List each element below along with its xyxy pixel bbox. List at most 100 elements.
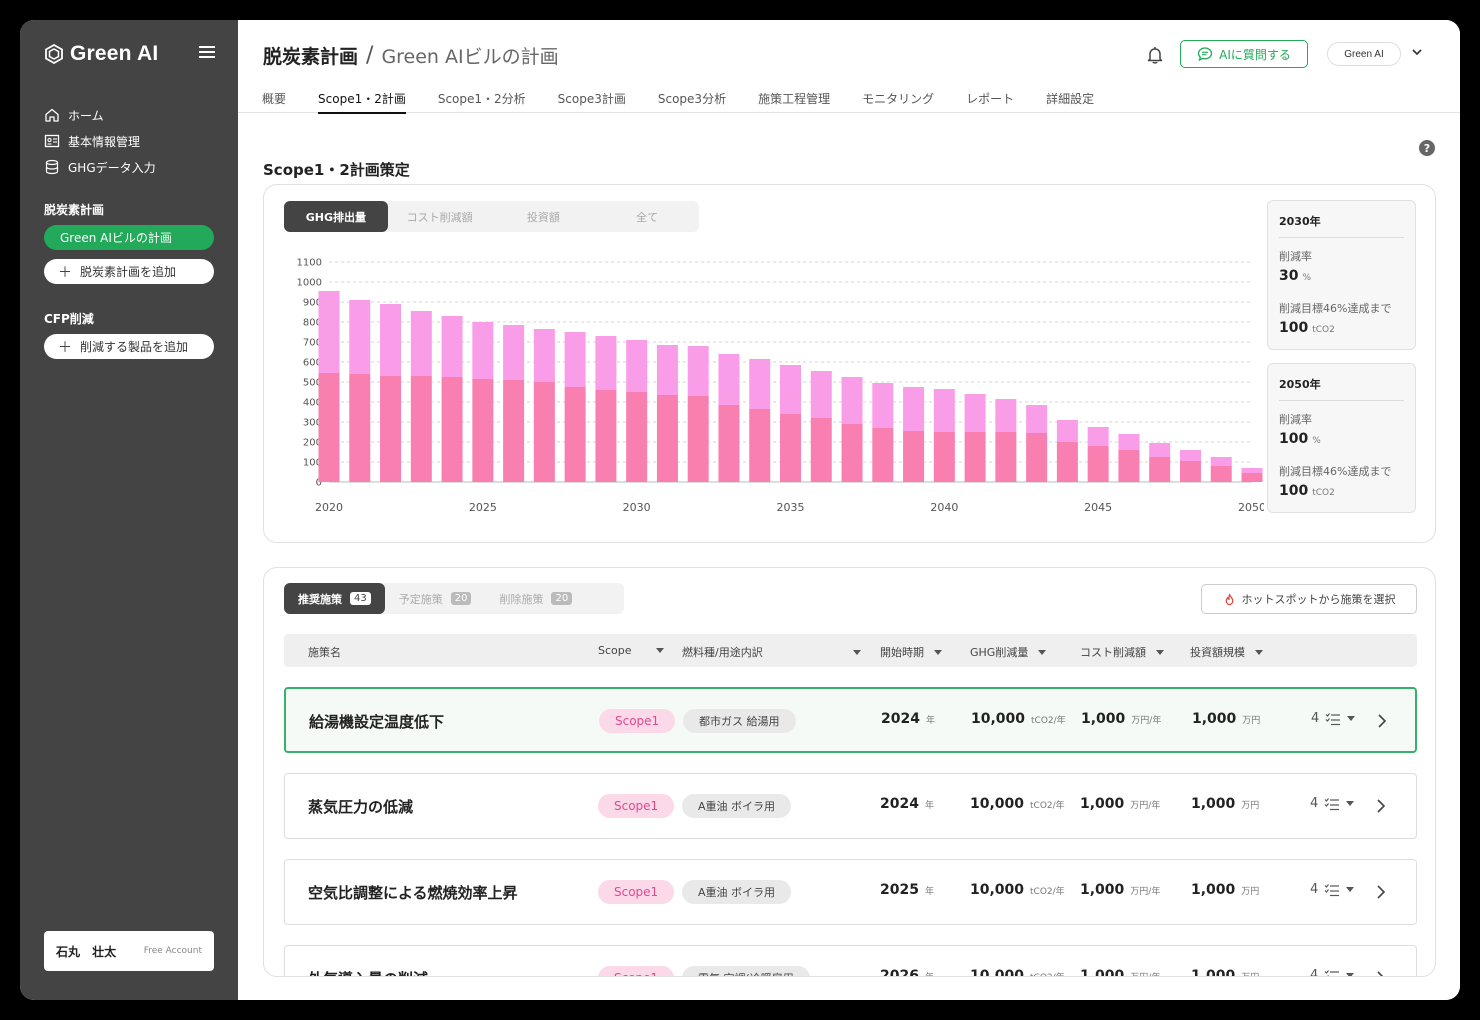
tab-investment[interactable]: 投資額 <box>492 201 596 232</box>
bar-upper-segment <box>964 394 986 432</box>
bar-lower-segment <box>595 390 617 482</box>
x-tick-label: 2040 <box>930 501 958 514</box>
column-header-start[interactable]: 開始時期 <box>880 644 942 660</box>
goal-unit: tCO2 <box>1312 325 1335 335</box>
tab-planned[interactable]: 予定施策 20 <box>385 583 486 614</box>
bar-lower-segment <box>903 431 925 482</box>
app-logo[interactable]: Green AI <box>44 42 158 66</box>
column-header-scope[interactable]: Scope <box>598 644 664 657</box>
tab-settings[interactable]: 詳細設定 <box>1046 90 1110 113</box>
sidebar-item-home[interactable]: ホーム <box>44 102 156 128</box>
fuel-badge: 都市ガス 給湯用 <box>683 709 796 733</box>
tab-monitoring[interactable]: モニタリング <box>862 90 950 113</box>
tab-scope12-plan[interactable]: Scope1・2計画 <box>318 90 422 114</box>
bar-upper-segment <box>810 371 832 418</box>
bar-upper-segment <box>1087 427 1109 446</box>
investment-scale: 1,000 万円 <box>1191 882 1259 898</box>
chevron-right-icon[interactable] <box>1375 884 1387 900</box>
goal-label: 削減目標46%達成まで <box>1279 302 1392 315</box>
investment-scale: 1,000 万円 <box>1191 796 1259 812</box>
x-tick-label: 2045 <box>1084 501 1112 514</box>
bell-icon[interactable] <box>1144 44 1166 66</box>
bar-lower-segment <box>656 395 678 482</box>
plan-section-title: 脱炭素計画 <box>44 203 105 217</box>
tab-schedule[interactable]: 施策工程管理 <box>758 90 846 113</box>
cost-value: 1,000 <box>1080 968 1125 977</box>
tab-overview[interactable]: 概要 <box>262 90 302 113</box>
cost-reduction: 1,000 万円/年 <box>1080 968 1160 977</box>
reduction-rate-unit: % <box>1312 436 1321 446</box>
investment-unit: 万円 <box>1241 973 1259 976</box>
help-icon[interactable]: ? <box>1419 140 1435 156</box>
goal-value: 100 tCO2 <box>1279 483 1404 499</box>
bar-upper-segment <box>595 336 617 390</box>
bar-upper-segment <box>903 387 925 431</box>
tab-scope3-plan[interactable]: Scope3計画 <box>558 90 642 113</box>
tab-scope3-analysis[interactable]: Scope3分析 <box>658 90 742 113</box>
tab-report[interactable]: レポート <box>966 90 1030 113</box>
tab-cost-reduction[interactable]: コスト削減額 <box>388 201 492 232</box>
table-header: 施策名 Scope 燃料種/用途内訳 開始時期 GHG削減量 コスト削減額 投資… <box>284 634 1417 667</box>
bar-upper-segment <box>503 325 525 380</box>
bar-upper-segment <box>995 399 1017 432</box>
checklist-icon <box>1324 883 1340 896</box>
table-row[interactable]: 外気導入量の削減 Scope1 電気 空調(冷暖房用 2026 年 10,000 tCO2/… <box>284 945 1417 977</box>
measure-name: 空気比調整による燃焼効率上昇 <box>308 884 518 902</box>
goal-value: 100 tCO2 <box>1279 320 1404 336</box>
sub-items-toggle[interactable]: 4 <box>1310 968 1355 976</box>
tab-ghg-emissions[interactable]: GHG排出量 <box>284 201 388 232</box>
sub-items-toggle[interactable]: 4 <box>1310 796 1355 811</box>
bar-upper-segment <box>1179 450 1201 461</box>
goal-number: 100 <box>1279 320 1309 336</box>
sub-items-toggle[interactable]: 4 <box>1310 882 1355 897</box>
hotspot-select-button[interactable]: ホットスポットから施策を選択 <box>1201 584 1417 614</box>
investment-scale: 1,000 万円 <box>1192 711 1260 727</box>
chevron-right-icon[interactable] <box>1376 713 1388 729</box>
column-header-fuel[interactable]: 燃料種/用途内訳 <box>682 644 861 660</box>
column-header-name[interactable]: 施策名 <box>308 644 341 660</box>
user-card[interactable]: 石丸 壮太 Free Account <box>44 931 214 971</box>
table-row[interactable]: 給湯機設定温度低下 Scope1 都市ガス 給湯用 2024 年 10,000 tCO2/年… <box>284 687 1417 753</box>
sidebar: Green AI ホーム 基本情報管理 GHGデータ入力 脱炭素計画 Green… <box>20 20 238 1000</box>
bar-upper-segment <box>749 359 771 409</box>
account-selector[interactable]: Green AI <box>1327 42 1401 66</box>
page-title-main: 脱炭素計画 <box>263 46 359 68</box>
ask-ai-button[interactable]: AIに質問する <box>1180 40 1308 68</box>
add-plan-button[interactable]: ＋ 脱炭素計画を追加 <box>44 259 214 284</box>
tab-deleted[interactable]: 削除施策 20 <box>485 583 586 614</box>
menu-icon[interactable] <box>199 46 215 60</box>
logo-icon <box>45 44 63 64</box>
column-header-ghg[interactable]: GHG削減量 <box>970 644 1047 660</box>
main-content: 脱炭素計画 / Green AIビルの計画 AIに質問する Green AI 概… <box>238 20 1460 1000</box>
ghg-value: 10,000 <box>971 711 1026 727</box>
column-header-cost[interactable]: コスト削減額 <box>1080 644 1164 660</box>
chevron-down-icon[interactable] <box>1411 46 1423 58</box>
sub-items-toggle[interactable]: 4 <box>1311 711 1356 726</box>
investment-unit: 万円 <box>1242 716 1261 726</box>
bar-lower-segment <box>687 396 709 482</box>
sidebar-item-active-plan[interactable]: Green AIビルの計画 <box>44 225 214 250</box>
title-separator: / <box>366 43 374 68</box>
bar-lower-segment <box>872 428 894 482</box>
start-period: 2025 年 <box>880 882 934 898</box>
home-icon <box>45 108 59 122</box>
chevron-right-icon[interactable] <box>1375 970 1387 977</box>
sidebar-item-basic-info[interactable]: 基本情報管理 <box>44 128 156 154</box>
table-row[interactable]: 蒸気圧力の低減 Scope1 A重油 ボイラ用 2024 年 10,000 tCO2/年 1,… <box>284 773 1417 839</box>
add-product-button[interactable]: ＋ 削減する製品を追加 <box>44 334 214 359</box>
bar-lower-segment <box>1087 446 1109 482</box>
column-header-investment[interactable]: 投資額規模 <box>1190 644 1263 660</box>
sidebar-item-label: GHGデータ入力 <box>68 160 156 175</box>
sidebar-item-ghg-input[interactable]: GHGデータ入力 <box>44 154 156 180</box>
table-row[interactable]: 空気比調整による燃焼効率上昇 Scope1 A重油 ボイラ用 2025 年 10,000 t… <box>284 859 1417 925</box>
chevron-right-icon[interactable] <box>1375 798 1387 814</box>
tab-recommended[interactable]: 推奨施策 43 <box>284 583 385 614</box>
tab-scope12-analysis[interactable]: Scope1・2分析 <box>438 90 542 113</box>
measure-status-tabs: 推奨施策 43 予定施策 20 削除施策 20 <box>284 583 624 614</box>
ghg-reduction: 10,000 tCO2/年 <box>970 968 1065 976</box>
fuel-badge: A重油 ボイラ用 <box>682 880 792 904</box>
bar-upper-segment <box>1149 443 1171 457</box>
ghg-value: 10,000 <box>970 796 1025 812</box>
cost-unit: 万円/年 <box>1130 973 1160 976</box>
tab-all[interactable]: 全て <box>595 201 699 232</box>
